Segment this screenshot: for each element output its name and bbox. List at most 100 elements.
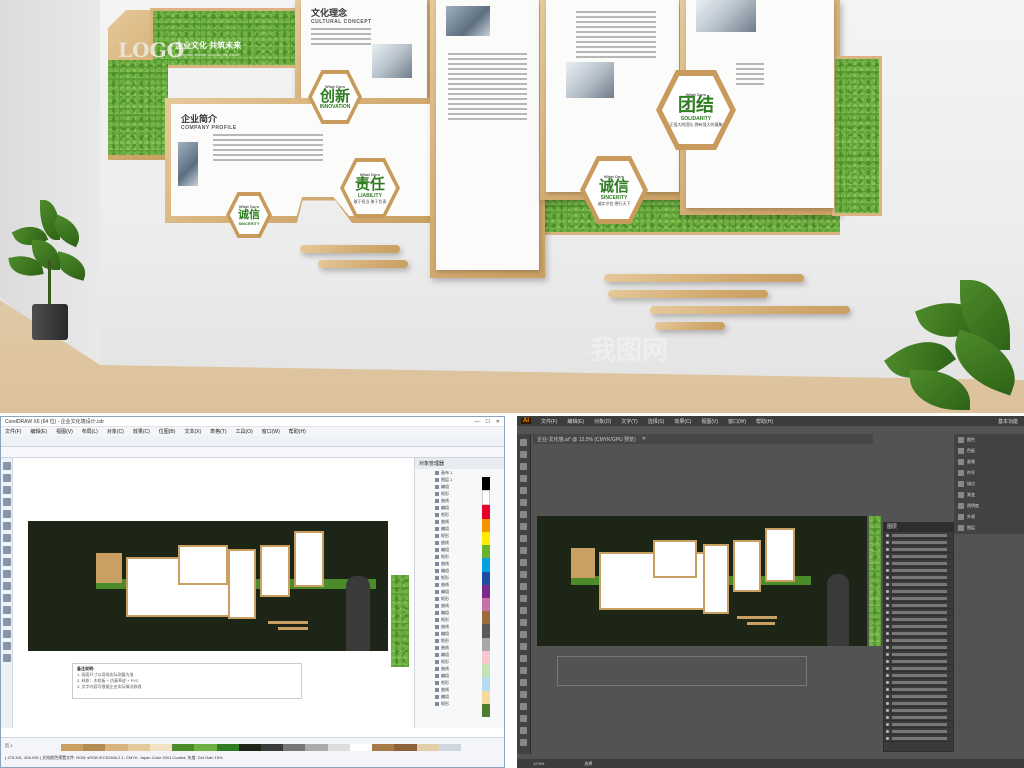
layer-row[interactable] — [884, 595, 953, 602]
menu-file[interactable]: 文件(F) — [5, 428, 21, 435]
document-tab[interactable]: 企业-文化墙.ai* @ 12.5% (CMYK/GPU 预览) ✕ — [533, 434, 873, 444]
connector-tool-icon[interactable] — [3, 606, 11, 614]
panel-color[interactable]: 颜色 — [954, 434, 1024, 445]
layer-row[interactable] — [884, 707, 953, 714]
menu-table[interactable]: 表格(T) — [210, 428, 226, 435]
zoom-level[interactable]: 12.5% — [533, 761, 544, 766]
layer-row[interactable] — [884, 609, 953, 616]
page-tab[interactable]: 页 1 — [5, 743, 12, 749]
eye-icon[interactable] — [886, 575, 889, 579]
object-tree-item[interactable]: 曲线 — [415, 518, 504, 525]
object-tree-item[interactable]: 编组 — [415, 504, 504, 511]
panel-gradient[interactable]: 渐变 — [954, 489, 1024, 500]
eye-icon[interactable] — [886, 568, 889, 572]
layer-row[interactable] — [884, 658, 953, 665]
layer-row[interactable] — [884, 714, 953, 721]
object-tree-item[interactable]: 矩形 — [415, 511, 504, 518]
freehand-tool-icon[interactable] — [3, 510, 11, 518]
artboard-icon[interactable] — [520, 715, 527, 722]
layer-row[interactable] — [884, 588, 953, 595]
layers-list[interactable] — [884, 532, 953, 742]
menu-effects[interactable]: 效果(C) — [133, 428, 150, 435]
shape-tool-icon[interactable] — [3, 474, 11, 482]
hand-icon[interactable] — [520, 727, 527, 734]
panel-stroke[interactable]: 描边 — [954, 478, 1024, 489]
table-tool-icon[interactable] — [3, 582, 11, 590]
menu-tools[interactable]: 工具(O) — [236, 428, 253, 435]
object-tree-item[interactable]: 画布 1 — [415, 469, 504, 476]
layer-row[interactable] — [884, 735, 953, 742]
eye-icon[interactable] — [886, 722, 889, 726]
layer-row[interactable] — [884, 553, 953, 560]
ai-menu-select[interactable]: 选择(S) — [648, 418, 665, 425]
menu-object[interactable]: 对象(C) — [107, 428, 124, 435]
object-tree-item[interactable]: 矩形 — [415, 490, 504, 497]
ai-menu-file[interactable]: 文件(F) — [541, 418, 557, 425]
object-tree-item[interactable]: 曲线 — [415, 560, 504, 567]
gradient-icon[interactable] — [520, 655, 527, 662]
type-tool-icon[interactable] — [520, 499, 527, 506]
eye-icon[interactable] — [886, 603, 889, 607]
eye-icon[interactable] — [886, 631, 889, 635]
eye-icon[interactable] — [886, 617, 889, 621]
object-tree-item[interactable]: 矩形 — [415, 595, 504, 602]
ai-menu-object[interactable]: 对象(O) — [594, 418, 611, 425]
crop-tool-icon[interactable] — [3, 486, 11, 494]
eye-icon[interactable] — [886, 694, 889, 698]
layer-row[interactable] — [884, 700, 953, 707]
object-tree-item[interactable]: 曲线 — [415, 686, 504, 693]
ellipse-tool-icon[interactable] — [3, 546, 11, 554]
eye-icon[interactable] — [886, 680, 889, 684]
object-tree-item[interactable]: 矩形 — [415, 637, 504, 644]
menu-bitmap[interactable]: 位图(B) — [159, 428, 176, 435]
eye-icon[interactable] — [886, 687, 889, 691]
layer-row[interactable] — [884, 693, 953, 700]
eye-icon[interactable] — [886, 624, 889, 628]
menu-text[interactable]: 文本(X) — [184, 428, 201, 435]
close-icon[interactable]: ✕ — [496, 419, 500, 425]
object-tree-item[interactable]: 矩形 — [415, 553, 504, 560]
layer-row[interactable] — [884, 630, 953, 637]
eye-icon[interactable] — [886, 540, 889, 544]
layer-row[interactable] — [884, 567, 953, 574]
width-tool-icon[interactable] — [520, 595, 527, 602]
layer-row[interactable] — [884, 721, 953, 728]
object-tree-item[interactable]: 编组 — [415, 588, 504, 595]
eye-icon[interactable] — [886, 659, 889, 663]
object-tree-item[interactable]: 矩形 — [415, 574, 504, 581]
eye-icon[interactable] — [886, 533, 889, 537]
pen-tool-icon[interactable] — [520, 487, 527, 494]
object-tree-item[interactable]: 曲线 — [415, 602, 504, 609]
object-tree-item[interactable]: 曲线 — [415, 539, 504, 546]
rectangle-tool-icon[interactable] — [3, 534, 11, 542]
object-tree-item[interactable]: 矩形 — [415, 532, 504, 539]
outline-tool-icon[interactable] — [3, 642, 11, 650]
eye-icon[interactable] — [886, 554, 889, 558]
object-tree-item[interactable]: 编组 — [415, 525, 504, 532]
menu-layout[interactable]: 布局(L) — [82, 428, 98, 435]
layer-row[interactable] — [884, 560, 953, 567]
object-tree-item[interactable]: 编组 — [415, 630, 504, 637]
menu-help[interactable]: 帮助(H) — [289, 428, 306, 435]
panel-layers[interactable]: 图层 — [954, 522, 1024, 533]
color-palette[interactable] — [482, 477, 490, 717]
eyedropper-tool-icon[interactable] — [3, 630, 11, 638]
pick-tool-icon[interactable] — [3, 462, 11, 470]
layer-row[interactable] — [884, 728, 953, 735]
panel-appearance[interactable]: 外观 — [954, 511, 1024, 522]
layer-row[interactable] — [884, 532, 953, 539]
ai-menu-help[interactable]: 帮助(H) — [756, 418, 773, 425]
menu-view[interactable]: 视图(V) — [56, 428, 73, 435]
eye-icon[interactable] — [886, 589, 889, 593]
eye-icon[interactable] — [886, 645, 889, 649]
layer-row[interactable] — [884, 546, 953, 553]
rotate-icon[interactable] — [520, 571, 527, 578]
panel-swatches[interactable]: 色板 — [954, 445, 1024, 456]
smart-fill-icon[interactable] — [3, 522, 11, 530]
direct-selection-icon[interactable] — [520, 451, 527, 458]
layer-row[interactable] — [884, 539, 953, 546]
eye-icon[interactable] — [886, 582, 889, 586]
tab-close-icon[interactable]: ✕ — [642, 436, 646, 442]
polygon-tool-icon[interactable] — [3, 558, 11, 566]
object-tree-item[interactable]: 编组 — [415, 546, 504, 553]
